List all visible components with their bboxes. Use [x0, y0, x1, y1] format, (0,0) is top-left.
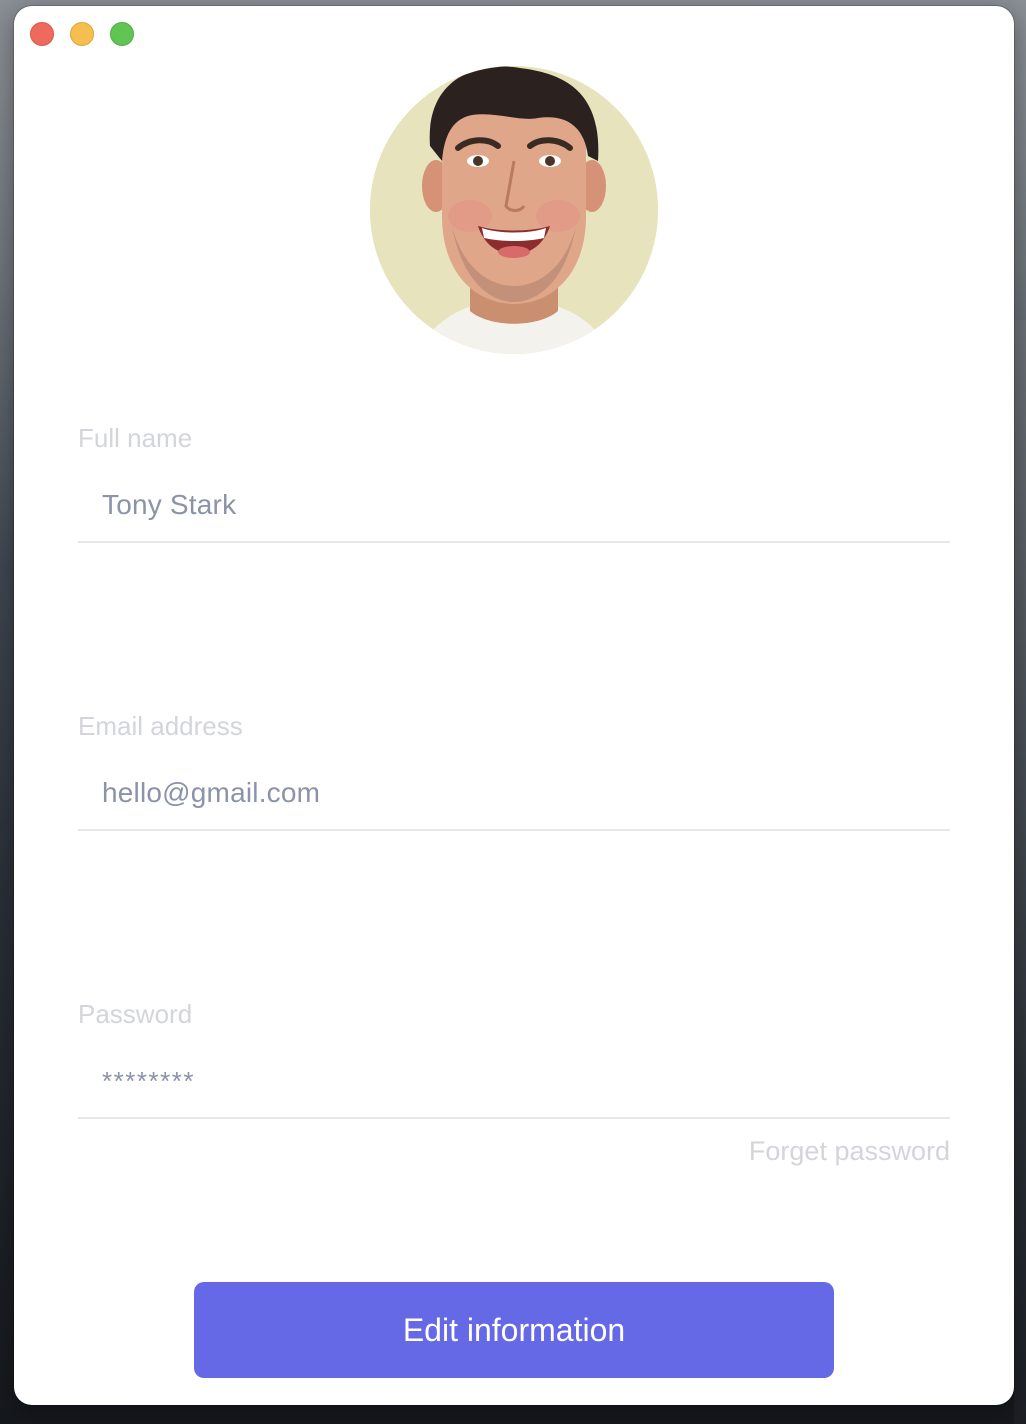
full-name-underline: [78, 541, 950, 543]
profile-window: Full name Tony Stark Email address hello…: [14, 6, 1014, 1405]
password-label: Password: [78, 999, 193, 1029]
email-field: Email address hello@gmail.com: [78, 709, 950, 831]
close-button[interactable]: [30, 22, 54, 46]
avatar[interactable]: [370, 66, 658, 354]
forgot-password-link[interactable]: Forget password: [749, 1136, 950, 1167]
full-name-label: Full name: [78, 423, 193, 453]
window-controls: [30, 22, 134, 46]
minimize-button[interactable]: [70, 22, 94, 46]
full-name-input[interactable]: Tony Stark: [78, 485, 950, 525]
edit-information-button[interactable]: Edit information: [194, 1282, 834, 1378]
email-underline: [78, 829, 950, 831]
zoom-button[interactable]: [110, 22, 134, 46]
password-input[interactable]: ********: [78, 1061, 950, 1101]
full-name-field: Full name Tony Stark: [78, 421, 950, 543]
password-underline: [78, 1117, 950, 1119]
email-input[interactable]: hello@gmail.com: [78, 773, 950, 813]
person-avatar-icon: [370, 66, 658, 354]
desktop-background: [1014, 320, 1026, 1424]
email-label: Email address: [78, 711, 243, 741]
password-field: Password ********: [78, 997, 950, 1119]
